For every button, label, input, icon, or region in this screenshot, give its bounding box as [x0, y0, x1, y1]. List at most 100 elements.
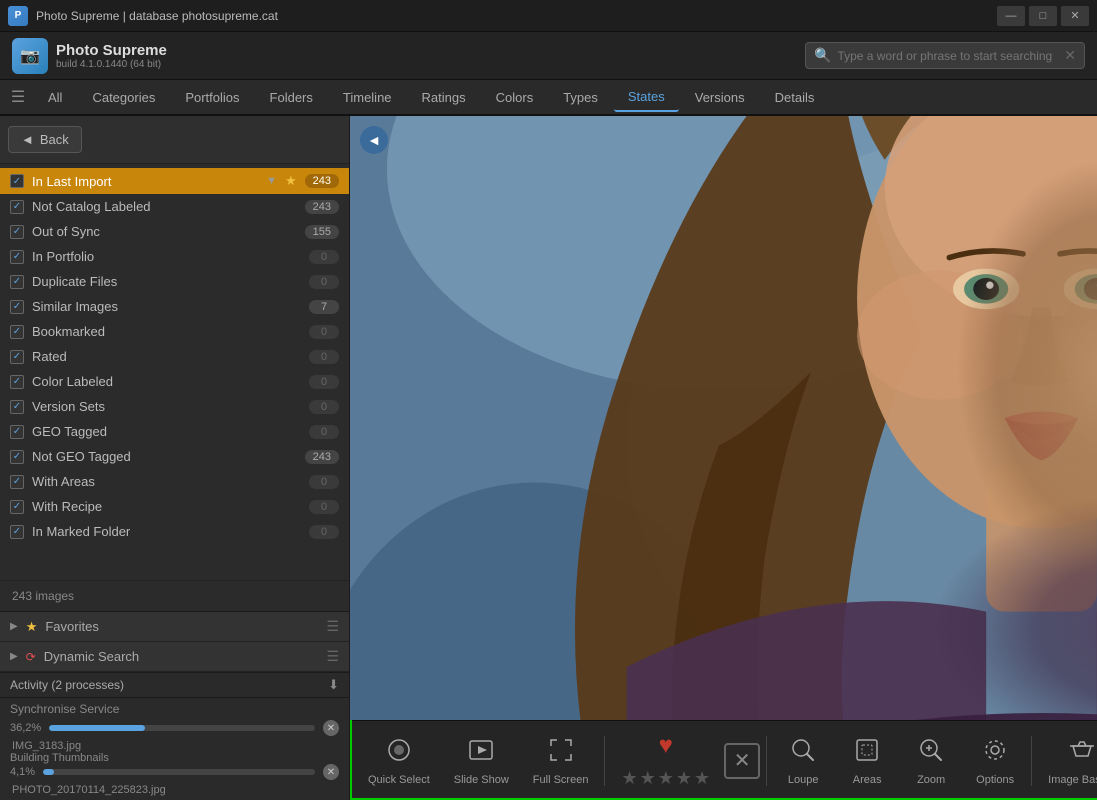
delete-button[interactable]: ✕: [724, 743, 760, 779]
state-count: 0: [309, 500, 339, 514]
progress-row-2: 4,1% ✕: [10, 764, 339, 780]
star-3[interactable]: ★: [658, 768, 674, 789]
state-item-color-labeled[interactable]: Color Labeled 0: [0, 369, 349, 394]
slideshow-icon: [467, 736, 495, 770]
tab-folders[interactable]: Folders: [256, 84, 327, 111]
star-4[interactable]: ★: [676, 768, 692, 789]
state-item-with-areas[interactable]: With Areas 0: [0, 469, 349, 494]
bottom-panels: ▶ ★ Favorites ☰ ▶ ⟳ Dynamic Search ☰: [0, 611, 349, 672]
search-icon: 🔍: [814, 47, 831, 64]
slideshow-label: Slide Show: [454, 774, 509, 786]
state-checkbox[interactable]: [10, 500, 24, 514]
state-checkbox[interactable]: [10, 275, 24, 289]
tab-states[interactable]: States: [614, 83, 679, 112]
dynamic-search-panel-header[interactable]: ▶ ⟳ Dynamic Search ☰: [0, 642, 349, 672]
state-item-in-portfolio[interactable]: In Portfolio 0: [0, 244, 349, 269]
image-basket-button[interactable]: 0 Image Basket: [1038, 730, 1097, 792]
state-checkbox[interactable]: [10, 400, 24, 414]
dynamic-search-toggle[interactable]: ▶: [10, 651, 18, 662]
state-item-version-sets[interactable]: Version Sets 0: [0, 394, 349, 419]
favorites-panel-header[interactable]: ▶ ★ Favorites ☰: [0, 612, 349, 642]
search-input[interactable]: [837, 49, 1058, 63]
state-item-not-geo-tagged[interactable]: Not GEO Tagged 243: [0, 444, 349, 469]
star-5[interactable]: ★: [694, 768, 710, 789]
progress-cancel-2[interactable]: ✕: [323, 764, 339, 780]
tab-colors[interactable]: Colors: [482, 84, 548, 111]
state-checkbox[interactable]: [10, 350, 24, 364]
search-clear-icon[interactable]: ✕: [1064, 47, 1076, 64]
tab-ratings[interactable]: Ratings: [408, 84, 480, 111]
state-label: With Recipe: [32, 499, 301, 514]
state-checkbox[interactable]: [10, 325, 24, 339]
progress-filename-1: IMG_3183.jpg: [10, 740, 339, 752]
titlebar: P Photo Supreme | database photosupreme.…: [0, 0, 1097, 32]
image-basket-label: Image Basket: [1048, 774, 1097, 786]
state-item-rated[interactable]: Rated 0: [0, 344, 349, 369]
state-checkbox[interactable]: [10, 174, 24, 188]
state-item-with-recipe[interactable]: With Recipe 0: [0, 494, 349, 519]
tab-portfolios[interactable]: Portfolios: [171, 84, 253, 111]
slideshow-button[interactable]: Slide Show: [444, 730, 519, 792]
minimize-button[interactable]: —: [997, 6, 1025, 26]
state-count: 0: [309, 375, 339, 389]
state-checkbox[interactable]: [10, 300, 24, 314]
states-list: In Last Import ▼ ★ 243 Not Catalog Label…: [0, 164, 349, 580]
state-item-in-last-import[interactable]: In Last Import ▼ ★ 243: [0, 168, 349, 194]
options-button[interactable]: Options: [965, 730, 1025, 792]
tab-timeline[interactable]: Timeline: [329, 84, 406, 111]
state-item-bookmarked[interactable]: Bookmarked 0: [0, 319, 349, 344]
state-item-out-of-sync[interactable]: Out of Sync 155: [0, 219, 349, 244]
heart-icon[interactable]: ♥: [659, 732, 673, 760]
state-checkbox[interactable]: [10, 475, 24, 489]
quick-select-button[interactable]: Quick Select: [358, 730, 440, 792]
tab-types[interactable]: Types: [549, 84, 612, 111]
star-2[interactable]: ★: [640, 768, 656, 789]
toolbar-divider-1: [604, 736, 605, 786]
state-checkbox[interactable]: [10, 250, 24, 264]
search-bar[interactable]: 🔍 ✕: [805, 42, 1085, 69]
state-checkbox[interactable]: [10, 225, 24, 239]
state-item-not-catalog-labeled[interactable]: Not Catalog Labeled 243: [0, 194, 349, 219]
back-button[interactable]: ◄ Back: [8, 126, 82, 153]
nav-arrow[interactable]: ◄: [360, 126, 388, 154]
state-checkbox[interactable]: [10, 425, 24, 439]
fullscreen-button[interactable]: Full Screen: [523, 730, 599, 792]
state-count: 7: [309, 300, 339, 314]
progress-cancel-1[interactable]: ✕: [323, 720, 339, 736]
star-1[interactable]: ★: [621, 768, 637, 789]
tab-all[interactable]: All: [34, 84, 76, 111]
state-checkbox[interactable]: [10, 200, 24, 214]
state-count: 0: [309, 475, 339, 489]
back-arrow-icon: ◄: [21, 132, 34, 147]
tab-details[interactable]: Details: [761, 84, 829, 111]
loupe-button[interactable]: Loupe: [773, 730, 833, 792]
state-item-duplicate-files[interactable]: Duplicate Files 0: [0, 269, 349, 294]
tab-versions[interactable]: Versions: [681, 84, 759, 111]
fullscreen-icon: [547, 736, 575, 770]
menu-icon[interactable]: ☰: [4, 83, 32, 111]
state-checkbox[interactable]: [10, 375, 24, 389]
close-button[interactable]: ✕: [1061, 6, 1089, 26]
favorites-toggle[interactable]: ▶: [10, 621, 18, 632]
state-checkbox[interactable]: [10, 525, 24, 539]
bottom-toolbar: Quick Select Slide Show: [350, 720, 1097, 800]
favorites-menu-icon[interactable]: ☰: [326, 618, 339, 635]
photo-area: ◄: [350, 116, 1097, 720]
state-count: 0: [309, 275, 339, 289]
progress-filename-2: PHOTO_20170114_225823.jpg: [10, 784, 339, 796]
tab-categories[interactable]: Categories: [78, 84, 169, 111]
state-checkbox[interactable]: [10, 450, 24, 464]
state-item-similar-images[interactable]: Similar Images 7: [0, 294, 349, 319]
zoom-button[interactable]: Zoom: [901, 730, 961, 792]
titlebar-controls[interactable]: — □ ✕: [997, 6, 1089, 26]
state-count: 0: [309, 250, 339, 264]
maximize-button[interactable]: □: [1029, 6, 1057, 26]
state-label: In Portfolio: [32, 249, 301, 264]
sidebar: ◄ Back In Last Import ▼ ★ 243 Not Catalo…: [0, 116, 350, 800]
logo-build: build 4.1.0.1440 (64 bit): [56, 59, 167, 70]
activity-download-icon[interactable]: ⬇: [328, 677, 339, 693]
state-item-geo-tagged[interactable]: GEO Tagged 0: [0, 419, 349, 444]
areas-button[interactable]: Areas: [837, 730, 897, 792]
dynamic-search-menu-icon[interactable]: ☰: [326, 648, 339, 665]
state-item-in-marked-folder[interactable]: In Marked Folder 0: [0, 519, 349, 544]
